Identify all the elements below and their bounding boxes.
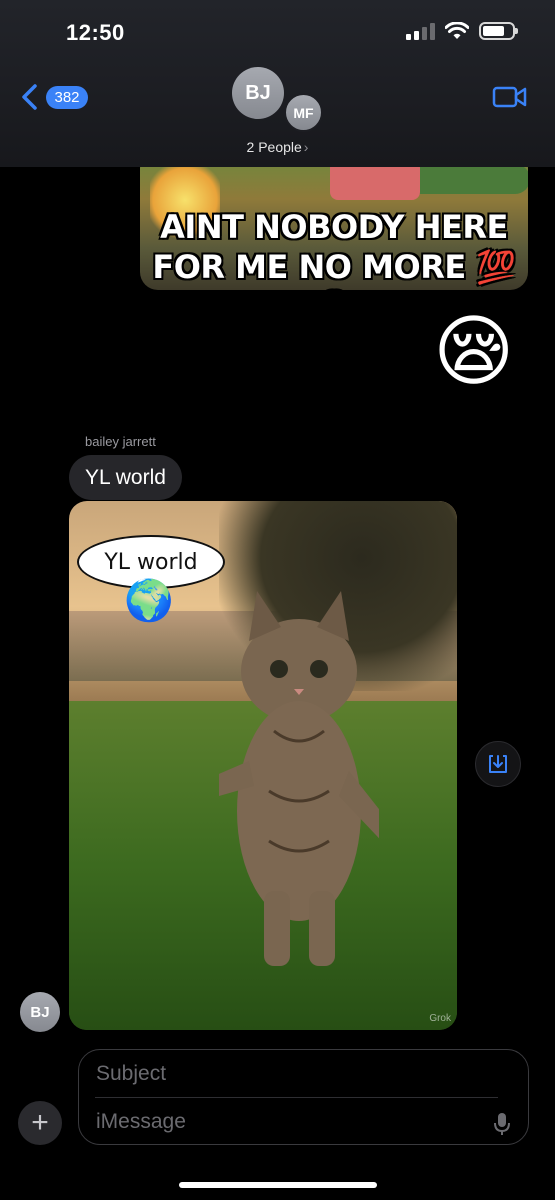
home-indicator[interactable] (179, 1182, 377, 1188)
video-camera-icon[interactable] (492, 84, 528, 110)
sender-avatar[interactable]: BJ (20, 992, 60, 1032)
meme-image[interactable]: AINT NOBODY HERE FOR ME NO MORE 💯😔 (140, 150, 528, 290)
download-button[interactable] (475, 741, 521, 787)
wifi-icon (445, 22, 469, 39)
meme-caption-line2: FOR ME NO MORE 💯😔 (140, 248, 528, 290)
unread-count-badge: 382 (46, 85, 88, 109)
message-bubble[interactable]: YL world (69, 455, 182, 500)
sleepy-face-emoji-message[interactable]: 😪 (433, 312, 514, 390)
cat-illustration (219, 591, 379, 966)
chevron-right-icon: › (303, 139, 309, 155)
cat-image[interactable]: YL world 🌍 Grok (69, 501, 457, 1030)
status-icons (406, 22, 518, 40)
top-bar: 12:50 382 BJ MF 2 People › (0, 0, 555, 167)
chevron-left-icon (22, 84, 37, 110)
sender-name: bailey jarrett (85, 434, 156, 449)
download-icon (489, 755, 507, 773)
meme-caption-line1: AINT NOBODY HERE (160, 208, 508, 246)
message-input[interactable]: iMessage (96, 1110, 186, 1134)
avatar-bj[interactable]: BJ (232, 67, 284, 119)
people-count-label: 2 People (246, 139, 302, 155)
add-attachment-button[interactable]: + (18, 1101, 62, 1145)
battery-icon (479, 22, 518, 40)
microphone-icon[interactable] (494, 1112, 510, 1136)
subject-input[interactable]: Subject (96, 1062, 166, 1086)
globe-emoji: 🌍 (124, 579, 174, 623)
watermark: Grok (429, 1013, 451, 1024)
back-button[interactable]: 382 (20, 83, 88, 111)
cellular-signal-icon (406, 22, 435, 40)
avatar-mf[interactable]: MF (284, 93, 323, 132)
compose-box[interactable]: Subject iMessage (78, 1049, 529, 1145)
status-time: 12:50 (66, 20, 125, 45)
group-info-link[interactable]: 2 People › (0, 139, 555, 155)
